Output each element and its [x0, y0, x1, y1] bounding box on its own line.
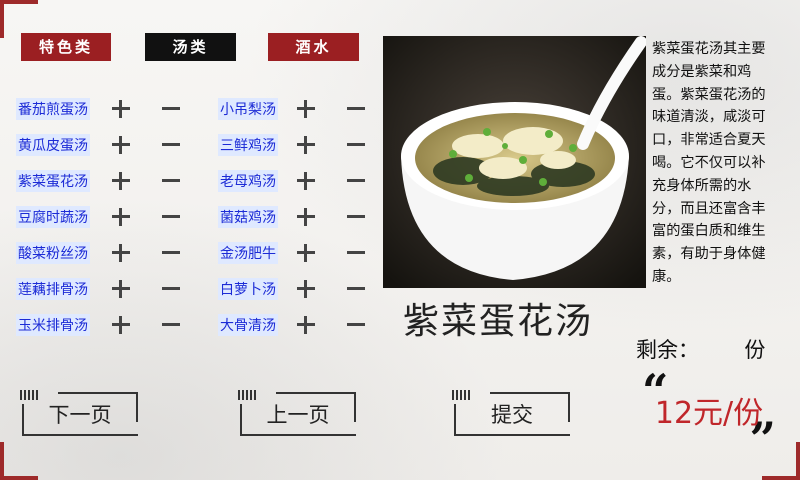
- prev-page-label: 上一页: [266, 403, 330, 427]
- menu-item-right-6[interactable]: 白萝卜汤: [218, 278, 278, 300]
- minus-icon[interactable]: [347, 280, 365, 298]
- frame-corner-bottom-left: [0, 442, 38, 480]
- plus-icon[interactable]: [297, 280, 315, 298]
- menu-item-left-6[interactable]: 莲藕排骨汤: [16, 278, 90, 300]
- plus-icon[interactable]: [297, 316, 315, 334]
- prev-page-button[interactable]: 上一页: [238, 390, 358, 438]
- plus-icon[interactable]: [297, 244, 315, 262]
- minus-icon[interactable]: [347, 244, 365, 262]
- next-page-label: 下一页: [48, 403, 112, 427]
- minus-icon[interactable]: [347, 208, 365, 226]
- menu-item-right-5[interactable]: 金汤肥牛: [218, 242, 278, 264]
- menu-item-left-5[interactable]: 酸菜粉丝汤: [16, 242, 90, 264]
- plus-icon[interactable]: [112, 316, 130, 334]
- plus-icon[interactable]: [297, 172, 315, 190]
- price-label: 12元/份: [654, 396, 764, 431]
- plus-icon[interactable]: [112, 100, 130, 118]
- minus-icon[interactable]: [347, 136, 365, 154]
- minus-icon[interactable]: [162, 172, 180, 190]
- minus-icon[interactable]: [347, 316, 365, 334]
- plus-icon[interactable]: [112, 280, 130, 298]
- menu-item-left-2[interactable]: 黄瓜皮蛋汤: [16, 134, 90, 156]
- minus-icon[interactable]: [162, 280, 180, 298]
- dish-description: 紫菜蛋花汤其主要成分是紫菜和鸡蛋。紫菜蛋花汤的味道清淡，咸淡可口，非常适合夏天喝…: [652, 41, 766, 285]
- tab-drinks[interactable]: 酒水: [268, 33, 359, 61]
- remaining-unit: 份: [744, 338, 766, 362]
- plus-icon[interactable]: [112, 244, 130, 262]
- soup-bowl-image: [383, 36, 646, 288]
- dish-name: 紫菜蛋花汤: [403, 301, 594, 342]
- plus-icon[interactable]: [112, 208, 130, 226]
- plus-icon[interactable]: [112, 136, 130, 154]
- remaining-label: 剩余：: [636, 338, 699, 362]
- plus-icon[interactable]: [297, 136, 315, 154]
- menu-item-right-7[interactable]: 大骨清汤: [218, 314, 278, 336]
- minus-icon[interactable]: [162, 136, 180, 154]
- menu-item-left-1[interactable]: 番茄煎蛋汤: [16, 98, 90, 120]
- menu-item-left-3[interactable]: 紫菜蛋花汤: [16, 170, 90, 192]
- submit-label: 提交: [491, 403, 533, 427]
- menu-item-right-4[interactable]: 菌菇鸡汤: [218, 206, 278, 228]
- plus-icon[interactable]: [112, 172, 130, 190]
- menu-item-right-2[interactable]: 三鲜鸡汤: [218, 134, 278, 156]
- remaining-count: 剩余： 份: [636, 334, 765, 364]
- menu-item-right-1[interactable]: 小吊梨汤: [218, 98, 278, 120]
- plus-icon[interactable]: [297, 208, 315, 226]
- submit-button[interactable]: 提交: [452, 390, 572, 438]
- menu-item-left-7[interactable]: 玉米排骨汤: [16, 314, 90, 336]
- minus-icon[interactable]: [162, 208, 180, 226]
- menu-item-left-4[interactable]: 豆腐时蔬汤: [16, 206, 90, 228]
- minus-icon[interactable]: [347, 172, 365, 190]
- tab-specialty[interactable]: 特色类: [21, 33, 111, 61]
- menu-item-right-3[interactable]: 老母鸡汤: [218, 170, 278, 192]
- price-tag: “ ” 12元/份: [636, 368, 782, 462]
- next-page-button[interactable]: 下一页: [20, 390, 140, 438]
- dish-photo: [383, 36, 646, 288]
- minus-icon[interactable]: [162, 244, 180, 262]
- minus-icon[interactable]: [162, 100, 180, 118]
- tab-soup[interactable]: 汤类: [145, 33, 236, 61]
- minus-icon[interactable]: [162, 316, 180, 334]
- plus-icon[interactable]: [297, 100, 315, 118]
- minus-icon[interactable]: [347, 100, 365, 118]
